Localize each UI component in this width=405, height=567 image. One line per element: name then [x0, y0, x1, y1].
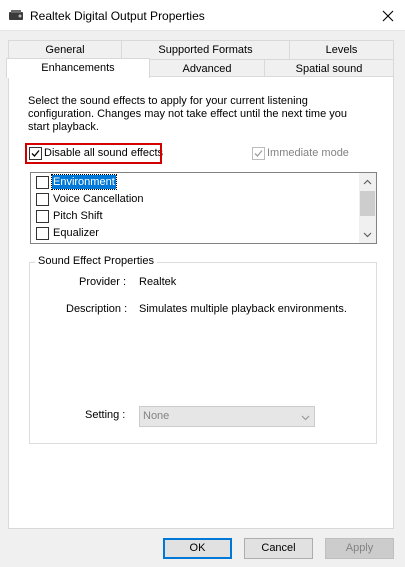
- enhancements-description: Select the sound effects to apply for yo…: [28, 95, 347, 133]
- speaker-icon: [9, 9, 23, 22]
- cancel-button[interactable]: Cancel: [244, 538, 313, 559]
- chevron-up-icon: [363, 179, 372, 184]
- immediate-mode-checkbox[interactable]: [252, 147, 265, 160]
- setting-dropdown[interactable]: None: [139, 406, 315, 427]
- tab-levels[interactable]: Levels: [289, 40, 394, 59]
- list-item-pitch-shift[interactable]: Pitch Shift: [31, 208, 359, 225]
- effect-checkbox[interactable]: [36, 193, 49, 206]
- chevron-down-icon: [363, 232, 372, 237]
- tab-supported-formats[interactable]: Supported Formats: [121, 40, 290, 59]
- chevron-down-icon: [301, 412, 310, 424]
- list-item-voice-cancellation[interactable]: Voice Cancellation: [31, 191, 359, 208]
- close-button[interactable]: [370, 0, 405, 31]
- list-item-equalizer[interactable]: Equalizer: [31, 225, 359, 242]
- setting-label: Setting :: [85, 409, 126, 421]
- group-title: Sound Effect Properties: [35, 255, 157, 267]
- effect-label: Equalizer: [53, 227, 99, 239]
- effects-list[interactable]: Environment Voice Cancellation Pitch Shi…: [30, 172, 377, 244]
- effect-checkbox[interactable]: [36, 227, 49, 240]
- effect-label: Voice Cancellation: [53, 193, 144, 205]
- close-icon: [382, 10, 393, 21]
- effect-checkbox[interactable]: [36, 176, 49, 189]
- checkmark-icon: [254, 150, 263, 157]
- description-label: Description :: [66, 303, 128, 315]
- ok-button[interactable]: OK: [163, 538, 232, 559]
- list-item-environment[interactable]: Environment: [31, 174, 359, 191]
- effect-checkbox[interactable]: [36, 210, 49, 223]
- immediate-mode-label: Immediate mode: [267, 147, 349, 159]
- scroll-down-button[interactable]: [359, 226, 376, 243]
- scroll-thumb[interactable]: [360, 191, 375, 216]
- setting-value: None: [143, 410, 170, 422]
- description-value: Simulates multiple playback environments…: [139, 303, 347, 315]
- effect-label: Pitch Shift: [53, 210, 103, 222]
- highlight-box: [25, 143, 162, 164]
- tab-general[interactable]: General: [8, 40, 122, 59]
- scroll-up-button[interactable]: [359, 173, 376, 190]
- window-title: Realtek Digital Output Properties: [30, 9, 205, 23]
- apply-button[interactable]: Apply: [325, 538, 394, 559]
- tab-enhancements[interactable]: Enhancements: [6, 58, 150, 78]
- list-scrollbar[interactable]: [359, 173, 376, 243]
- title-bar: Realtek Digital Output Properties: [0, 0, 405, 31]
- effect-label: Environment: [51, 174, 117, 190]
- provider-value: Realtek: [139, 276, 177, 288]
- provider-label: Provider :: [79, 276, 127, 288]
